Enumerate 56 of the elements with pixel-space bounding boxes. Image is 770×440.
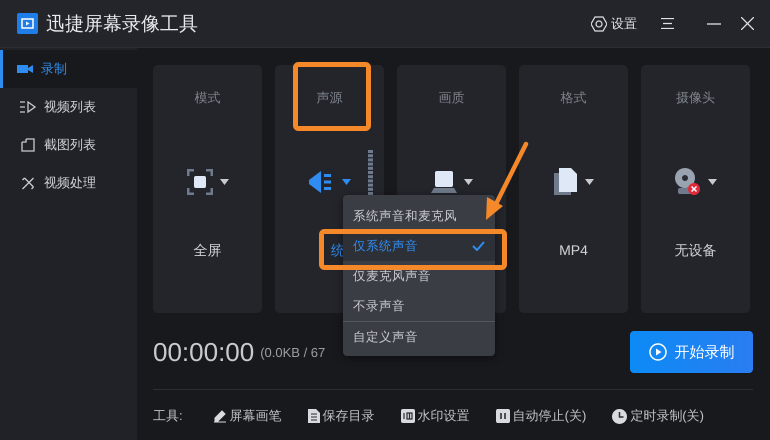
settings-icon bbox=[591, 16, 607, 32]
sidebar-item[interactable]: 截图列表 bbox=[0, 126, 137, 164]
sidebar-item[interactable]: 录制 bbox=[0, 50, 137, 88]
caret-icon bbox=[584, 179, 594, 185]
start-recording-button[interactable]: 开始录制 bbox=[630, 331, 753, 373]
laptop-icon bbox=[430, 171, 456, 193]
menu-item[interactable]: 仅系统声音 bbox=[343, 231, 495, 261]
setting-card[interactable]: 模式 全屏 bbox=[153, 65, 262, 313]
webcam-icon bbox=[674, 168, 700, 196]
app-logo-icon bbox=[17, 13, 38, 34]
tool-button[interactable]: 保存目录 bbox=[308, 407, 375, 425]
caret-icon bbox=[464, 179, 472, 185]
menu-icon bbox=[661, 18, 674, 29]
menu-item[interactable]: 自定义声音 bbox=[343, 322, 428, 352]
video-list-icon bbox=[20, 101, 36, 113]
settings-button[interactable]: 设置 bbox=[591, 14, 637, 32]
screenshot-list-icon bbox=[20, 138, 36, 152]
checkmark-icon bbox=[472, 241, 485, 251]
setting-card[interactable]: 摄像头 无设备 bbox=[641, 65, 750, 313]
window-title: 迅捷屏幕录像工具 bbox=[46, 12, 198, 36]
card-value: 无设备 bbox=[674, 241, 716, 260]
card-label: 声源 bbox=[316, 89, 342, 107]
card-value: MP4 bbox=[559, 241, 588, 260]
close-icon bbox=[741, 17, 754, 30]
tool-button[interactable]: 屏幕画笔 bbox=[212, 407, 282, 425]
minimize-icon bbox=[707, 22, 721, 24]
file-size: (0.0KB / 67 bbox=[260, 344, 326, 360]
document-icon bbox=[308, 409, 320, 423]
elapsed-time: 00:00:00 bbox=[153, 336, 254, 368]
camera-icon bbox=[17, 63, 33, 75]
tool-button[interactable]: 定时录制(关) bbox=[612, 407, 704, 425]
card-label: 格式 bbox=[560, 89, 586, 107]
card-value: 全屏 bbox=[194, 241, 222, 260]
fullscreen-icon bbox=[186, 169, 212, 195]
tool-button[interactable]: 水印设置 bbox=[400, 407, 470, 425]
clock-icon bbox=[612, 408, 628, 424]
close-button[interactable] bbox=[741, 17, 754, 30]
card-label: 摄像头 bbox=[676, 89, 715, 107]
menu-button[interactable] bbox=[661, 18, 674, 29]
sidebar-item[interactable]: 视频列表 bbox=[0, 88, 137, 126]
card-label: 画质 bbox=[438, 89, 464, 107]
tools-icon bbox=[20, 176, 36, 190]
minimize-button[interactable] bbox=[707, 22, 721, 24]
caret-icon bbox=[342, 179, 350, 185]
card-label: 模式 bbox=[194, 89, 220, 107]
play-icon bbox=[648, 343, 666, 361]
caret-icon bbox=[708, 179, 716, 185]
pen-icon bbox=[212, 409, 227, 423]
pause-icon bbox=[496, 409, 510, 423]
tools-label: 工具: bbox=[153, 407, 183, 425]
sidebar-item[interactable]: 视频处理 bbox=[0, 164, 137, 202]
setting-card[interactable]: 格式 MP4 bbox=[519, 65, 628, 313]
watermark-icon bbox=[400, 409, 415, 423]
caret-icon bbox=[220, 179, 228, 185]
file-icon bbox=[554, 168, 578, 196]
tool-button[interactable]: 自动停止(关) bbox=[496, 407, 586, 425]
